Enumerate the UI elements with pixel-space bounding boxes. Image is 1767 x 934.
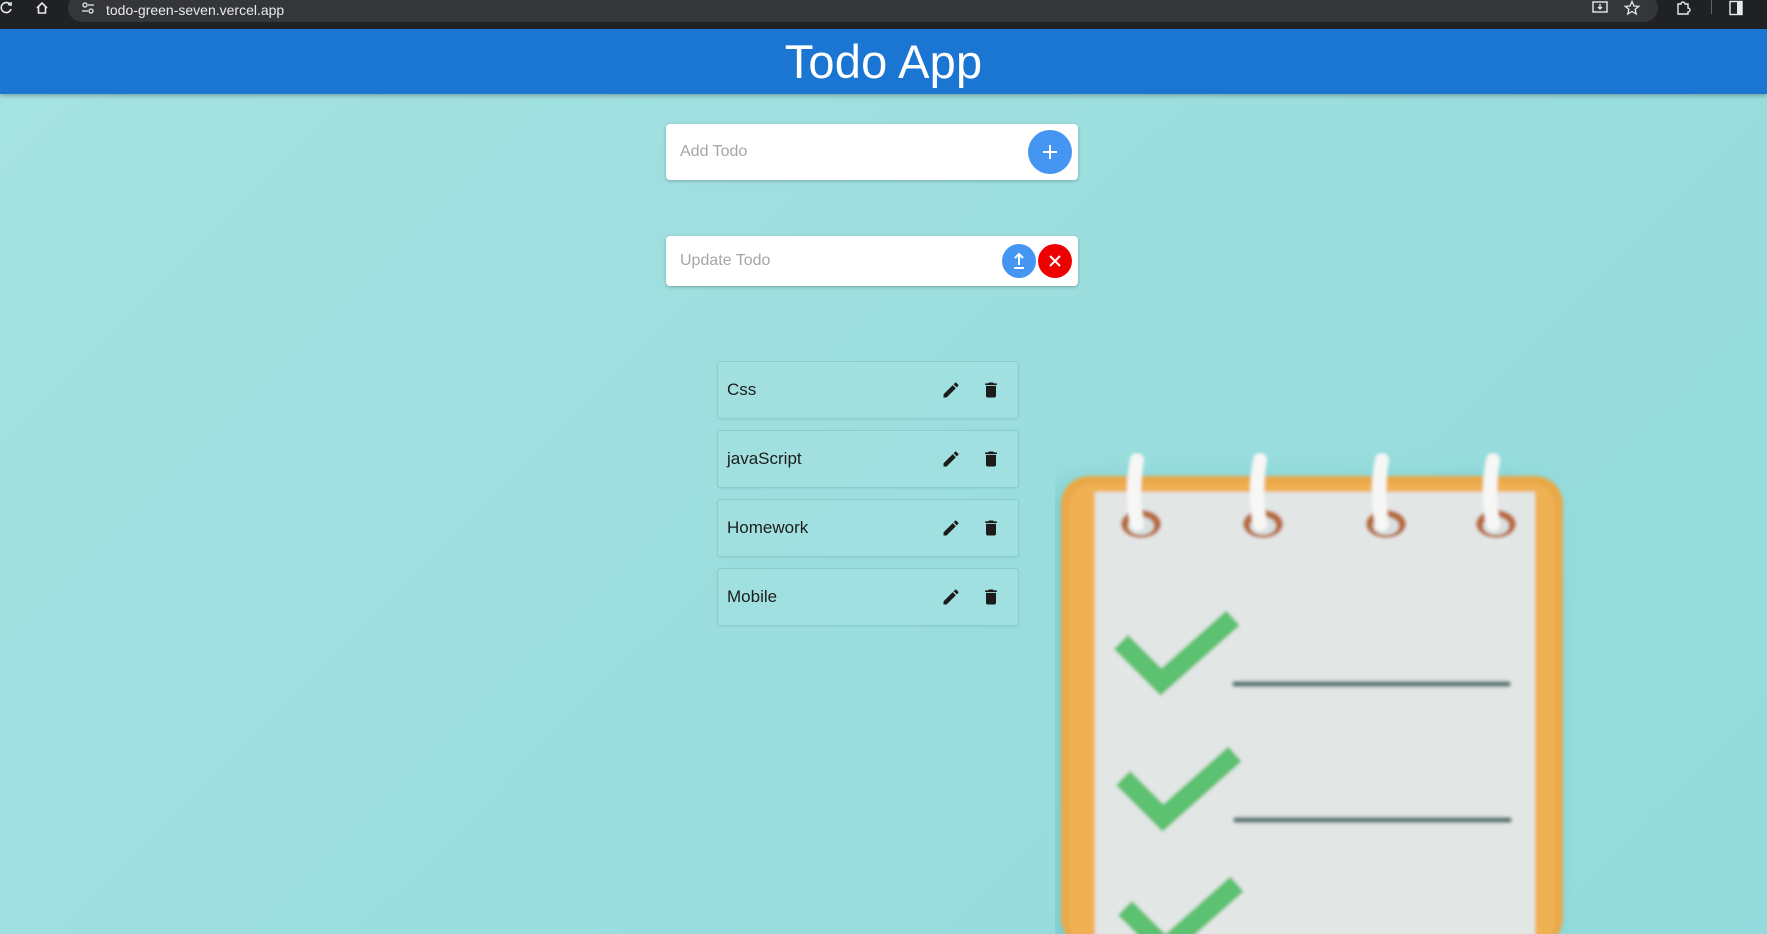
edit-todo-button[interactable] xyxy=(937,376,965,404)
close-icon xyxy=(1048,254,1062,268)
home-icon[interactable] xyxy=(33,0,51,16)
pencil-icon xyxy=(943,451,959,467)
browser-toolbar: todo-green-seven.vercel.app xyxy=(0,0,1767,29)
side-panel-icon[interactable] xyxy=(1728,0,1744,16)
edit-todo-button[interactable] xyxy=(937,583,965,611)
delete-todo-button[interactable] xyxy=(977,445,1005,473)
toolbar-divider xyxy=(1711,0,1712,14)
todo-label: Mobile xyxy=(727,587,778,606)
address-bar[interactable]: todo-green-seven.vercel.app xyxy=(68,0,1658,22)
update-todo-input[interactable] xyxy=(680,252,1002,270)
add-todo-form xyxy=(666,124,1078,180)
upload-icon xyxy=(1012,252,1026,270)
plus-icon xyxy=(1041,143,1059,161)
app-header: Todo App xyxy=(0,29,1767,94)
trash-icon xyxy=(985,382,997,398)
bookmark-star-icon[interactable] xyxy=(1624,0,1640,16)
trash-icon xyxy=(985,520,997,536)
update-todo-button[interactable] xyxy=(1002,244,1036,278)
delete-todo-button[interactable] xyxy=(977,376,1005,404)
cancel-update-button[interactable] xyxy=(1038,244,1072,278)
pencil-icon xyxy=(943,520,959,536)
todo-item: Mobile xyxy=(717,568,1019,626)
delete-todo-button[interactable] xyxy=(977,583,1005,611)
delete-todo-button[interactable] xyxy=(977,514,1005,542)
site-settings-icon[interactable] xyxy=(80,0,96,16)
url-text: todo-green-seven.vercel.app xyxy=(106,2,285,18)
trash-icon xyxy=(985,589,997,605)
update-todo-form xyxy=(666,236,1078,286)
edit-todo-button[interactable] xyxy=(937,514,965,542)
install-app-icon[interactable] xyxy=(1592,1,1608,15)
trash-icon xyxy=(985,451,997,467)
todo-item: Homework xyxy=(717,499,1019,557)
add-todo-button[interactable] xyxy=(1028,130,1072,174)
extensions-icon[interactable] xyxy=(1675,0,1691,16)
todo-label: Css xyxy=(727,380,757,399)
todo-label: javaScript xyxy=(727,449,802,468)
todo-item: Css xyxy=(717,361,1019,419)
reload-icon[interactable] xyxy=(0,0,15,16)
notepad-illustration xyxy=(1055,453,1563,934)
app-title: Todo App xyxy=(784,35,983,88)
todo-label: Homework xyxy=(727,518,809,537)
pencil-icon xyxy=(943,589,959,605)
edit-todo-button[interactable] xyxy=(937,445,965,473)
todo-item: javaScript xyxy=(717,430,1019,488)
pencil-icon xyxy=(943,382,959,398)
add-todo-input[interactable] xyxy=(680,143,1028,161)
